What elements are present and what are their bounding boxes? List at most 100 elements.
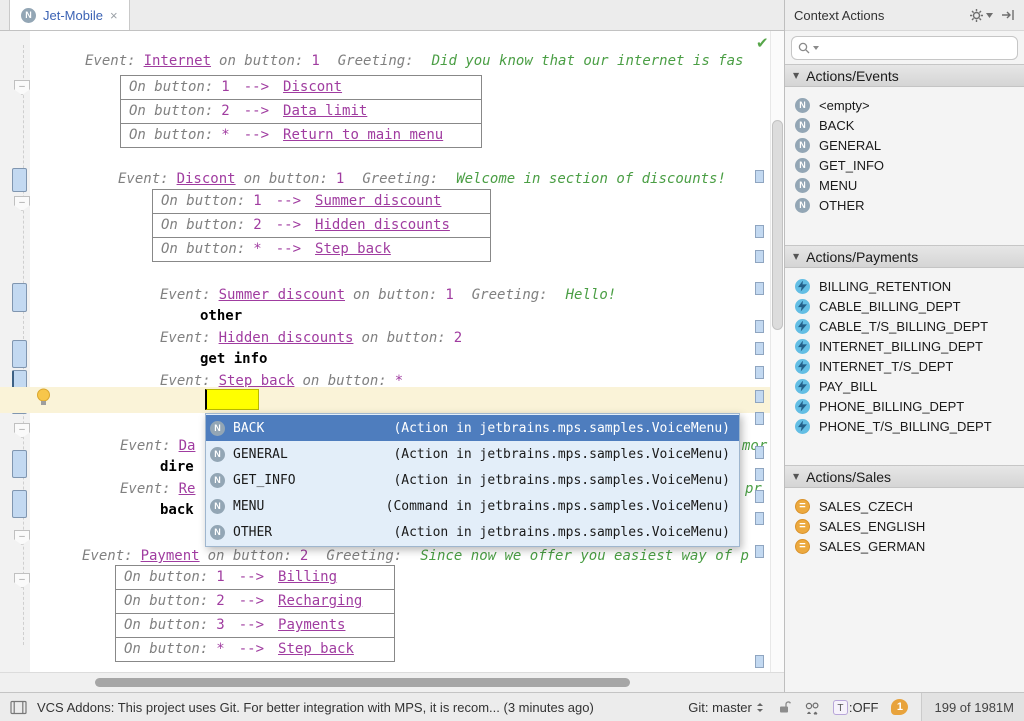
- search-input[interactable]: [821, 40, 1012, 56]
- horizontal-scrollbar[interactable]: [0, 672, 784, 692]
- section-header-payments[interactable]: ▼ Actions/Payments: [785, 245, 1024, 268]
- section-header-sales[interactable]: ▼ Actions/Sales: [785, 465, 1024, 488]
- button-number[interactable]: 2: [454, 330, 462, 347]
- button-number[interactable]: 2: [300, 548, 308, 565]
- event-line-discont[interactable]: Event: Discont on button: 1 Greeting: We…: [118, 171, 726, 188]
- row-target-ref[interactable]: Return to main menu: [283, 124, 443, 147]
- event-name[interactable]: Discont: [177, 171, 236, 188]
- tab-jet-mobile[interactable]: Jet-Mobile ×: [9, 0, 130, 30]
- row-button[interactable]: 3: [216, 614, 224, 637]
- handler-row[interactable]: On button: * --> Step back: [116, 638, 394, 661]
- tab-close-icon[interactable]: ×: [110, 9, 118, 22]
- action-item[interactable]: CABLE_T/S_BILLING_DEPT: [785, 316, 1024, 336]
- action-item[interactable]: SALES_GERMAN: [785, 536, 1024, 556]
- vertical-scrollbar-thumb[interactable]: [772, 120, 783, 330]
- status-message[interactable]: VCS Addons: This project uses Git. For b…: [37, 700, 594, 715]
- event-name[interactable]: Hidden discounts: [219, 330, 354, 347]
- search-box[interactable]: [791, 36, 1018, 60]
- row-target-ref[interactable]: Step back: [278, 638, 354, 661]
- unlock-icon[interactable]: [777, 700, 791, 714]
- row-target-ref[interactable]: Payments: [278, 614, 345, 637]
- row-button[interactable]: *: [221, 124, 229, 147]
- button-number[interactable]: 1: [445, 287, 453, 304]
- event-name[interactable]: Summer discount: [219, 287, 345, 304]
- horizontal-scrollbar-thumb[interactable]: [95, 678, 630, 687]
- git-branch-widget[interactable]: Git: master: [688, 700, 764, 715]
- row-target-ref[interactable]: Summer discount: [315, 190, 441, 213]
- handler-row[interactable]: On button: 2 --> Data limit: [121, 100, 481, 124]
- mps-editor[interactable]: – – – – – ✔ Event: Internet on button: 1…: [0, 31, 784, 672]
- row-target-ref[interactable]: Billing: [278, 566, 337, 589]
- action-word[interactable]: other: [200, 308, 242, 325]
- row-target-ref[interactable]: Recharging: [278, 590, 362, 613]
- action-item[interactable]: INTERNET_T/S_DEPT: [785, 356, 1024, 376]
- completion-item[interactable]: BACK (Action in jetbrains.mps.samples.Vo…: [206, 415, 739, 441]
- hide-panel-icon[interactable]: [1001, 8, 1015, 22]
- action-item[interactable]: PHONE_BILLING_DEPT: [785, 396, 1024, 416]
- event-name[interactable]: Payment: [141, 548, 200, 565]
- completion-item[interactable]: GENERAL (Action in jetbrains.mps.samples…: [206, 441, 739, 467]
- row-button[interactable]: *: [216, 638, 224, 661]
- greeting-text[interactable]: Hello!: [566, 287, 617, 304]
- row-button[interactable]: 2: [253, 214, 261, 237]
- event-log-icon[interactable]: [10, 700, 27, 715]
- handler-row[interactable]: On button: 1 --> Summer discount: [153, 190, 490, 214]
- event-line-summer-discount[interactable]: Event: Summer discount on button: 1 Gree…: [160, 287, 616, 304]
- row-button[interactable]: 1: [221, 76, 229, 99]
- action-item[interactable]: PHONE_T/S_BILLING_DEPT: [785, 416, 1024, 436]
- row-button[interactable]: 1: [253, 190, 261, 213]
- completion-item[interactable]: OTHER (Action in jetbrains.mps.samples.V…: [206, 519, 739, 545]
- row-button[interactable]: 2: [216, 590, 224, 613]
- action-item[interactable]: INTERNET_BILLING_DEPT: [785, 336, 1024, 356]
- action-item[interactable]: OTHER: [785, 195, 1024, 215]
- row-target-ref[interactable]: Hidden discounts: [315, 214, 450, 237]
- greeting-text[interactable]: Since now we offer you easiest way of p: [420, 548, 749, 565]
- action-item[interactable]: BACK: [785, 115, 1024, 135]
- row-button[interactable]: 2: [221, 100, 229, 123]
- memory-indicator[interactable]: 199 of 1981M: [921, 693, 1024, 721]
- row-target-ref[interactable]: Discont: [283, 76, 342, 99]
- range-marker: [755, 468, 764, 481]
- row-button[interactable]: 1: [216, 566, 224, 589]
- greeting-text[interactable]: Did you know that our internet is fas: [432, 53, 744, 70]
- row-button[interactable]: *: [253, 238, 261, 261]
- handler-row[interactable]: On button: * --> Return to main menu: [121, 124, 481, 147]
- completion-item[interactable]: MENU (Command in jetbrains.mps.samples.V…: [206, 493, 739, 519]
- action-line[interactable]: other: [200, 308, 242, 325]
- action-item[interactable]: SALES_CZECH: [785, 496, 1024, 516]
- handler-row[interactable]: On button: * --> Step back: [153, 238, 490, 261]
- event-line-hidden-discounts[interactable]: Event: Hidden discounts on button: 2: [160, 330, 462, 347]
- event-name[interactable]: Internet: [144, 53, 211, 70]
- row-target-ref[interactable]: Data limit: [283, 100, 367, 123]
- handler-row[interactable]: On button: 3 --> Payments: [116, 614, 394, 638]
- vertical-scrollbar[interactable]: [770, 31, 784, 672]
- greeting-text[interactable]: Welcome in section of discounts!: [456, 171, 726, 188]
- button-number[interactable]: 1: [311, 53, 319, 70]
- action-item[interactable]: MENU: [785, 175, 1024, 195]
- action-item[interactable]: CABLE_BILLING_DEPT: [785, 296, 1024, 316]
- typing-assist-widget[interactable]: T :OFF: [833, 700, 879, 715]
- notification-badge[interactable]: 1: [891, 699, 908, 715]
- empty-cell-caret[interactable]: [205, 389, 259, 410]
- handler-row[interactable]: On button: 2 --> Recharging: [116, 590, 394, 614]
- action-item[interactable]: <empty>: [785, 95, 1024, 115]
- intention-bulb-icon[interactable]: [36, 388, 51, 407]
- handler-row[interactable]: On button: 1 --> Discont: [121, 76, 481, 100]
- event-line-payment[interactable]: Event: Payment on button: 2 Greeting: Si…: [82, 548, 749, 565]
- section-header-events[interactable]: ▼ Actions/Events: [785, 64, 1024, 87]
- button-number[interactable]: 1: [336, 171, 344, 188]
- gear-icon[interactable]: [969, 8, 993, 23]
- handler-row[interactable]: On button: 2 --> Hidden discounts: [153, 214, 490, 238]
- event-line-internet[interactable]: Event: Internet on button: 1 Greeting: D…: [85, 53, 743, 70]
- handler-row[interactable]: On button: 1 --> Billing: [116, 566, 394, 590]
- action-item[interactable]: GET_INFO: [785, 155, 1024, 175]
- action-line[interactable]: get info: [200, 351, 267, 368]
- action-item[interactable]: GENERAL: [785, 135, 1024, 155]
- action-word[interactable]: get info: [200, 351, 267, 368]
- completion-item[interactable]: GET_INFO (Action in jetbrains.mps.sample…: [206, 467, 739, 493]
- action-item[interactable]: PAY_BILL: [785, 376, 1024, 396]
- row-target-ref[interactable]: Step back: [315, 238, 391, 261]
- action-item[interactable]: BILLING_RETENTION: [785, 276, 1024, 296]
- action-item[interactable]: SALES_ENGLISH: [785, 516, 1024, 536]
- hector-inspector-icon[interactable]: [804, 700, 820, 715]
